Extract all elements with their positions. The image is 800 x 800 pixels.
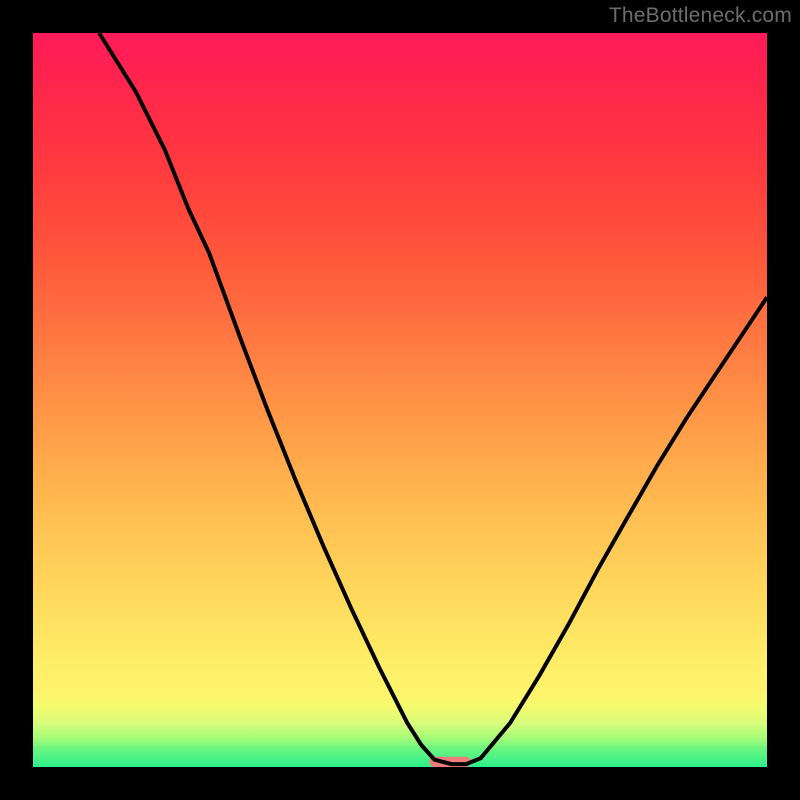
chart-frame: TheBottleneck.com bbox=[0, 0, 800, 800]
plot-area bbox=[33, 33, 767, 767]
watermark-text: TheBottleneck.com bbox=[609, 4, 792, 28]
curve-layer bbox=[33, 33, 767, 767]
bottleneck-curve-path bbox=[99, 33, 767, 764]
